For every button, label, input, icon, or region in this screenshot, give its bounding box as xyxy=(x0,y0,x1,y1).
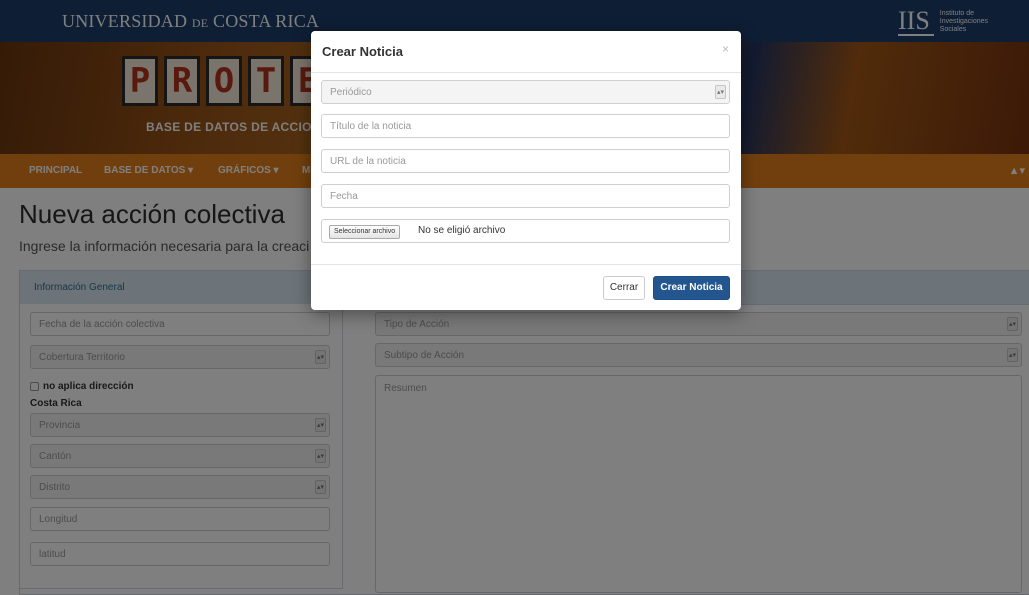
modal-title: Crear Noticia xyxy=(322,44,403,59)
cancel-button[interactable]: Cerrar xyxy=(603,276,645,300)
select-arrow-icon: ▴▾ xyxy=(715,85,726,99)
choose-file-button[interactable]: Seleccionar archivo xyxy=(329,225,401,239)
modal-footer-divider xyxy=(311,264,741,265)
create-news-button[interactable]: Crear Noticia xyxy=(653,276,730,300)
newspaper-placeholder: Periódico xyxy=(330,87,372,98)
newspaper-select[interactable]: Periódico ▴▾ xyxy=(321,80,730,104)
news-date-input[interactable]: Fecha xyxy=(321,184,730,208)
modal-divider xyxy=(311,72,741,73)
news-url-input[interactable]: URL de la noticia xyxy=(321,149,730,173)
news-title-placeholder: Título de la noticia xyxy=(330,121,412,132)
news-date-placeholder: Fecha xyxy=(330,191,358,202)
file-input: Seleccionar archivo No se eligió archivo xyxy=(321,219,730,243)
file-status: No se eligió archivo xyxy=(418,225,506,236)
close-icon[interactable]: × xyxy=(722,42,729,56)
news-url-placeholder: URL de la noticia xyxy=(330,156,406,167)
news-title-input[interactable]: Título de la noticia xyxy=(321,114,730,138)
create-news-modal: Crear Noticia × Periódico ▴▾ Título de l… xyxy=(311,31,741,310)
